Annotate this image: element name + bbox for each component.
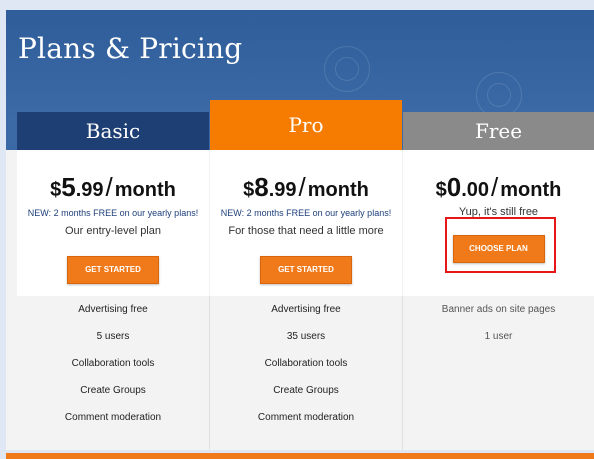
bottom-accent-bar [6, 453, 594, 459]
plan-features-pro: Advertising free 35 users Collaboration … [210, 296, 402, 450]
feature-item: Advertising free [271, 304, 341, 315]
feature-item: Collaboration tools [264, 358, 348, 369]
get-started-button-basic[interactable]: GET STARTED [67, 256, 159, 284]
price-slash: / [298, 172, 306, 202]
feature-item: Advertising free [78, 304, 148, 315]
price-period: month [500, 179, 562, 201]
top-strip [0, 0, 594, 10]
price-currency: $ [243, 179, 255, 201]
price-whole: 0 [446, 172, 462, 202]
feature-item: Create Groups [80, 385, 146, 396]
page-title: Plans & Pricing [18, 32, 243, 65]
decorative-ring [487, 83, 511, 107]
price-slash: / [105, 172, 113, 202]
plan-body-basic: $5.99/month NEW: 2 months FREE on our ye… [17, 150, 209, 296]
feature-item: Create Groups [273, 385, 339, 396]
price-whole: 8 [254, 172, 269, 202]
plan-price-free: $0.00/month [403, 172, 594, 203]
feature-item: Collaboration tools [71, 358, 155, 369]
feature-item: 5 users [96, 331, 130, 342]
decorative-ring [335, 57, 359, 81]
price-cents: .99 [75, 179, 104, 201]
feature-item: 35 users [286, 331, 326, 342]
plan-promo-pro: NEW: 2 months FREE on our yearly plans! [220, 208, 392, 218]
plan-price-basic: $5.99/month [17, 172, 209, 203]
price-slash: / [491, 172, 499, 202]
plan-column-basic: Basic $5.99/month NEW: 2 months FREE on … [17, 112, 209, 450]
plan-column-free: Free $0.00/month Yup, it's still free CH… [403, 112, 594, 450]
feature-item: Comment moderation [257, 412, 355, 423]
plan-body-pro: $8.99/month NEW: 2 months FREE on our ye… [210, 150, 402, 296]
column-divider [402, 296, 403, 450]
plan-name-basic: Basic [17, 112, 209, 150]
price-cents: .00 [461, 179, 490, 201]
plan-name-pro: Pro [210, 100, 402, 150]
get-started-button-pro[interactable]: GET STARTED [260, 256, 352, 284]
price-currency: $ [435, 179, 447, 201]
plan-name-free: Free [403, 112, 594, 150]
highlight-box [445, 217, 556, 273]
plan-features-basic: Advertising free 5 users Collaboration t… [17, 296, 209, 450]
plan-description-pro: For those that need a little more [228, 225, 384, 237]
feature-item: Banner ads on site pages [441, 304, 556, 315]
price-whole: 5 [61, 172, 76, 202]
feature-item: 1 user [484, 331, 513, 342]
plan-promo-basic: NEW: 2 months FREE on our yearly plans! [27, 208, 199, 218]
plan-features-free: Banner ads on site pages 1 user [403, 296, 594, 450]
price-currency: $ [50, 179, 62, 201]
column-divider [209, 296, 210, 450]
price-cents: .99 [268, 179, 297, 201]
price-period: month [114, 179, 176, 201]
price-period: month [307, 179, 369, 201]
plan-description-basic: Our entry-level plan [65, 225, 161, 237]
feature-item: Comment moderation [64, 412, 162, 423]
plan-column-pro: Pro $8.99/month NEW: 2 months FREE on ou… [210, 100, 402, 450]
plan-price-pro: $8.99/month [210, 172, 402, 203]
